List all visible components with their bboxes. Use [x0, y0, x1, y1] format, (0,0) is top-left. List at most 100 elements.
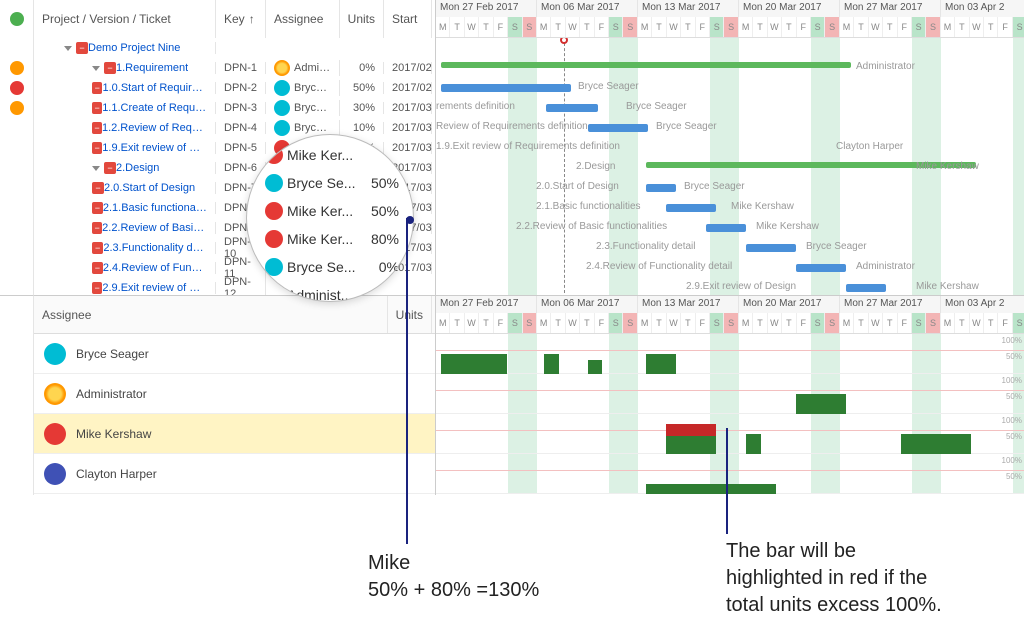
gantt-bar[interactable] — [646, 184, 676, 192]
load-bar[interactable] — [796, 394, 846, 414]
gantt-bar[interactable] — [746, 244, 796, 252]
day-cell: W — [768, 313, 782, 333]
assignee-cell: Bryce Se... — [266, 100, 340, 116]
assignee-cell: Bryce Se... — [266, 80, 340, 96]
day-cell: T — [652, 17, 666, 37]
day-cell: T — [854, 17, 868, 37]
day-cell: S — [724, 313, 738, 333]
task-link[interactable]: 1.Requirement — [116, 62, 188, 74]
task-link[interactable]: 1.9.Exit review of Requ... — [102, 142, 207, 154]
col-key[interactable]: Key ↑ — [216, 0, 266, 38]
day-cell: M — [739, 313, 753, 333]
bar-label: Administrator — [856, 61, 915, 72]
gantt-bar[interactable] — [588, 124, 648, 132]
task-row[interactable]: 1.0.Start of Requireme...DPN-2Bryce Se..… — [34, 78, 435, 98]
day-cell: T — [580, 17, 594, 37]
bar-label: Mike Kershaw — [916, 161, 979, 172]
caret-down-icon[interactable] — [64, 46, 72, 51]
task-link[interactable]: 2.9.Exit review of Design — [102, 282, 207, 294]
task-row[interactable]: 1.2.Review of Requirem...DPN-4Bryce Se..… — [34, 118, 435, 138]
caret-down-icon[interactable] — [92, 66, 100, 71]
day-cell: S — [523, 313, 537, 333]
day-cell: W — [970, 17, 984, 37]
task-link[interactable]: 2.1.Basic functionalities — [103, 202, 207, 214]
day-cell: S — [508, 17, 522, 37]
day-cell: W — [869, 313, 883, 333]
resource-row[interactable]: Administrator — [34, 374, 435, 414]
load-bar[interactable] — [588, 360, 602, 374]
day-cell: T — [551, 313, 565, 333]
day-cell: F — [998, 313, 1012, 333]
col-res-units[interactable]: Units — [388, 296, 432, 333]
col-start[interactable]: Start — [384, 0, 432, 38]
day-cell: S — [710, 17, 724, 37]
gantt-bar[interactable] — [796, 264, 846, 272]
day-cell: S — [523, 17, 537, 37]
resource-name: Bryce Seager — [76, 347, 149, 361]
issue-type-icon — [92, 262, 103, 274]
grid-header: Project / Version / Ticket Key ↑ Assigne… — [34, 0, 435, 38]
week-header: Mon 13 Mar 2017 — [638, 0, 739, 17]
resource-row[interactable]: Clayton Harper — [34, 454, 435, 494]
week-header: Mon 20 Mar 2017 — [739, 0, 840, 17]
day-cell: T — [984, 313, 998, 333]
task-row[interactable]: Demo Project Nine — [34, 38, 435, 58]
issue-type-icon — [92, 222, 102, 234]
task-link[interactable]: 2.4.Review of Functio... — [103, 262, 207, 274]
day-cell: S — [926, 17, 940, 37]
bar-label: Bryce Seager — [578, 81, 639, 92]
task-row[interactable]: 1.1.Create of Requirem...DPN-3Bryce Se..… — [34, 98, 435, 118]
task-link[interactable]: 2.Design — [116, 162, 159, 174]
task-link[interactable]: 1.1.Create of Requirem... — [102, 102, 207, 114]
task-link[interactable]: 2.3.Functionality detail — [103, 242, 207, 254]
task-row[interactable]: 1.RequirementDPN-1Administ...0%2017/02 — [34, 58, 435, 78]
load-bar[interactable] — [746, 434, 761, 454]
col-project[interactable]: Project / Version / Ticket — [34, 0, 216, 38]
week-header: Mon 03 Apr 2 — [941, 0, 1024, 17]
caret-down-icon[interactable] — [92, 166, 100, 171]
load-bar[interactable] — [901, 434, 971, 454]
col-assignee[interactable]: Assignee — [266, 0, 340, 38]
day-cell: S — [609, 313, 623, 333]
day-cell: T — [984, 17, 998, 37]
load-bar[interactable] — [646, 484, 776, 494]
col-units[interactable]: Units — [340, 0, 384, 38]
issue-type-icon — [92, 242, 103, 254]
day-cell: S — [623, 313, 637, 333]
gantt-bar[interactable] — [706, 224, 746, 232]
load-bar[interactable] — [646, 354, 676, 374]
day-cell: F — [898, 313, 912, 333]
gantt-bar[interactable] — [846, 284, 886, 292]
day-cell: T — [551, 17, 565, 37]
day-cell: S — [912, 17, 926, 37]
day-cell: S — [926, 313, 940, 333]
gantt-bar[interactable] — [666, 204, 716, 212]
resource-row[interactable]: Mike Kershaw — [34, 414, 435, 454]
bar-label: Bryce Seager — [626, 101, 687, 112]
gantt-bar[interactable] — [441, 84, 571, 92]
task-link[interactable]: 1.0.Start of Requireme... — [102, 82, 207, 94]
day-cell: M — [537, 313, 551, 333]
day-cell: T — [652, 313, 666, 333]
units-cell: 0% — [340, 62, 384, 74]
gantt-bar[interactable] — [441, 62, 851, 68]
task-link[interactable]: 2.2.Review of Basic fun... — [102, 222, 207, 234]
gantt-bar[interactable] — [546, 104, 598, 112]
day-cell: T — [782, 17, 796, 37]
day-cell: F — [998, 17, 1012, 37]
task-link[interactable]: 2.0.Start of Design — [104, 182, 195, 194]
task-link[interactable]: 1.2.Review of Requirem... — [102, 122, 207, 134]
day-cell: T — [479, 313, 493, 333]
status-red-icon — [10, 81, 24, 95]
load-bar[interactable] — [441, 354, 507, 374]
week-header: Mon 27 Feb 2017 — [436, 296, 537, 313]
avatar — [265, 258, 283, 276]
load-bar[interactable] — [544, 354, 559, 374]
avatar — [274, 120, 290, 136]
day-cell: S — [912, 313, 926, 333]
resource-row[interactable]: Bryce Seager — [34, 334, 435, 374]
day-cell: W — [566, 313, 580, 333]
week-header: Mon 20 Mar 2017 — [739, 296, 840, 313]
load-bar[interactable] — [666, 436, 716, 454]
task-link[interactable]: Demo Project Nine — [88, 42, 180, 54]
